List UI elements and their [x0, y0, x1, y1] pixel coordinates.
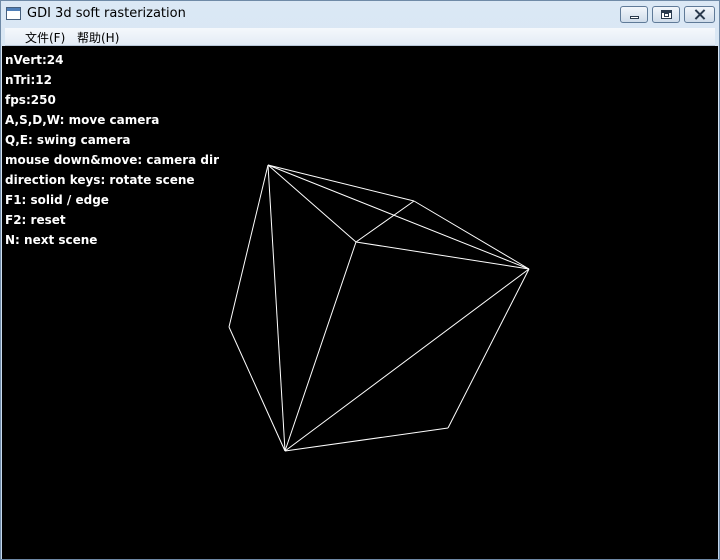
hud-help-next: N: next scene	[5, 233, 98, 247]
wireframe-edge	[355, 200, 415, 243]
hud-help-mouse: mouse down&move: camera dir	[5, 153, 220, 167]
hud-help-move: A,S,D,W: move camera	[5, 113, 160, 127]
minimize-icon	[630, 16, 639, 19]
wireframe-edge	[284, 427, 449, 452]
maximize-icon	[661, 10, 672, 19]
minimize-button[interactable]	[620, 6, 648, 23]
wireframe-edge	[267, 164, 415, 202]
wireframe-edge	[228, 164, 269, 328]
menu-bar: 文件(F) 帮助(H)	[5, 28, 715, 46]
maximize-button[interactable]	[652, 6, 680, 23]
render-canvas[interactable]: nVert:24 nTri:12 fps:250 A,S,D,W: move c…	[2, 46, 718, 559]
close-icon	[694, 8, 706, 21]
wireframe-edge	[267, 164, 530, 270]
wireframe-edge	[284, 268, 530, 452]
hud-overlay: nVert:24 nTri:12 fps:250 A,S,D,W: move c…	[5, 50, 219, 250]
wireframe-edge	[447, 268, 530, 429]
hud-help-f1: F1: solid / edge	[5, 193, 109, 207]
window-app-icon[interactable]	[6, 7, 21, 20]
close-button[interactable]	[684, 6, 715, 23]
title-bar[interactable]: GDI 3d soft rasterization	[1, 1, 719, 28]
wireframe-edge	[267, 164, 286, 452]
hud-triangle-count: nTri:12	[5, 73, 52, 87]
window-title: GDI 3d soft rasterization	[27, 6, 186, 21]
app-window: GDI 3d soft rasterization 文件(F) 帮助(H) nV…	[0, 0, 720, 560]
wireframe-edge	[355, 241, 530, 270]
hud-help-rotate: direction keys: rotate scene	[5, 173, 195, 187]
wireframe-edge	[413, 200, 530, 270]
hud-fps: fps:250	[5, 93, 56, 107]
wireframe-edge	[228, 326, 286, 452]
hud-help-swing: Q,E: swing camera	[5, 133, 131, 147]
wireframe-edge	[267, 164, 357, 243]
wireframe-edge	[284, 241, 357, 452]
menu-file[interactable]: 文件(F)	[25, 29, 65, 46]
hud-vertex-count: nVert:24	[5, 53, 64, 67]
menu-help[interactable]: 帮助(H)	[77, 29, 119, 46]
hud-help-f2: F2: reset	[5, 213, 66, 227]
